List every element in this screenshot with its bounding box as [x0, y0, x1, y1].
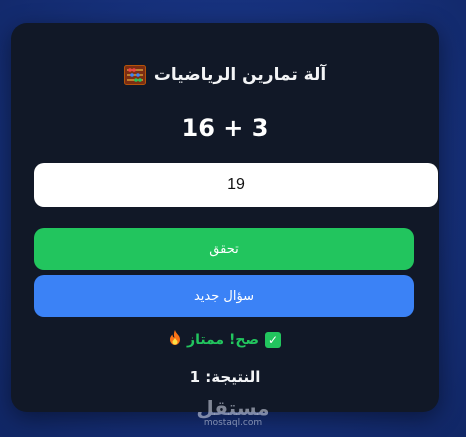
check-button[interactable]: تحقق: [34, 228, 414, 270]
watermark-logo: مستقل: [196, 396, 270, 420]
watermark-url: mostaql.com: [203, 418, 263, 428]
question-text: 16 + 3: [181, 114, 269, 142]
check-mark-icon: ✓: [264, 331, 281, 348]
feedback-message: ✓ صح! ممتاز: [11, 330, 439, 349]
app-title: آلة تمارين الرياضيات: [11, 65, 439, 85]
fire-icon: [169, 330, 181, 349]
quiz-card: آلة تمارين الرياضيات 16 + 3 تحقق سؤال جد…: [11, 23, 439, 412]
app-title-text: آلة تمارين الرياضيات: [153, 65, 327, 85]
score-text: النتيجة: 1: [189, 368, 261, 386]
new-question-button[interactable]: سؤال جديد: [34, 275, 414, 317]
abacus-icon: [123, 65, 146, 85]
answer-input[interactable]: [34, 163, 438, 207]
watermark: مستقل mostaql.com: [0, 398, 466, 428]
feedback-text: صح! ممتاز: [187, 331, 259, 348]
